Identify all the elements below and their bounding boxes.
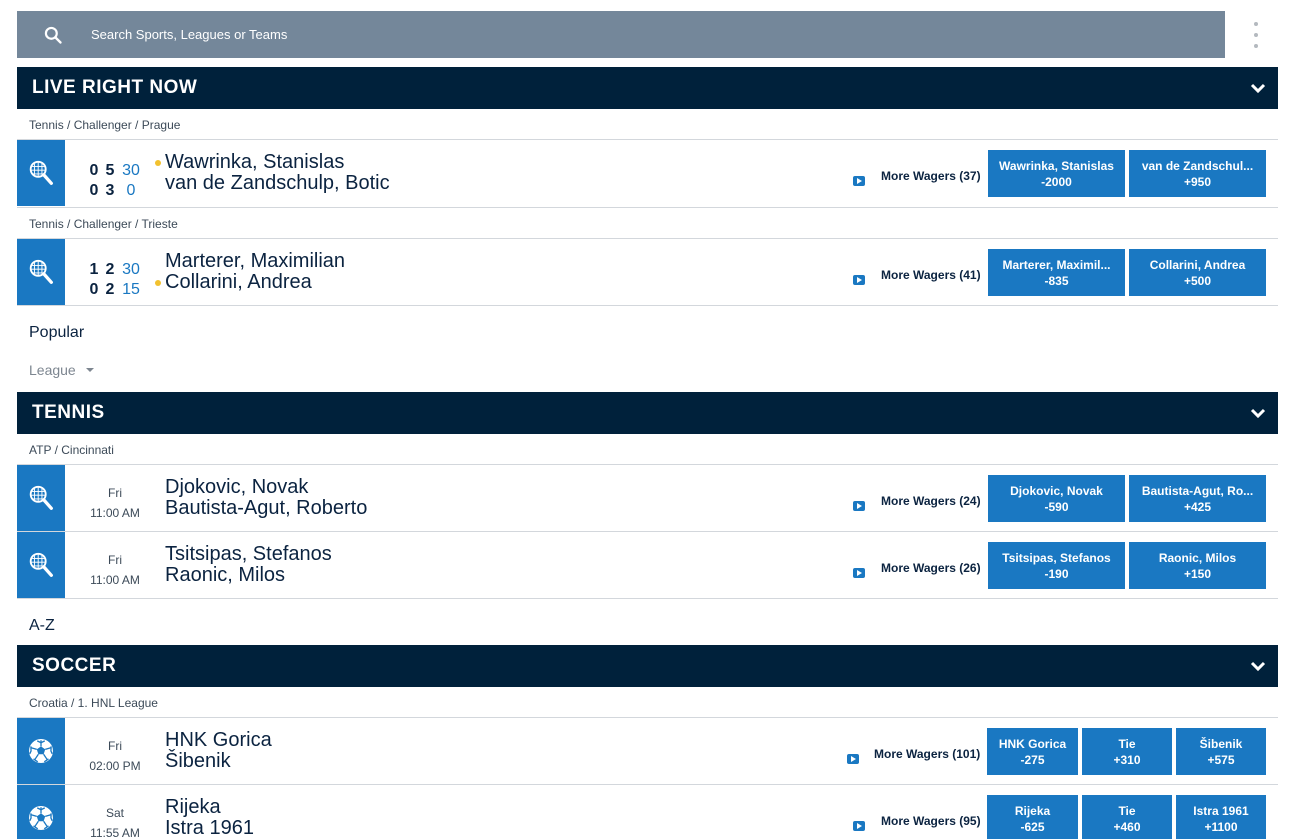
odds-button[interactable]: Bautista-Agut, Ro... +425 [1129,475,1266,522]
team-home: Tsitsipas, Stefanos [165,543,332,565]
tennis-racket-icon [29,259,53,284]
team-home: HNK Gorica [165,729,272,751]
more-wagers-link[interactable]: More Wagers (101) [874,747,980,761]
play-icon[interactable] [853,501,865,511]
odds-button[interactable]: Djokovic, Novak -590 [988,475,1125,522]
odds-button[interactable]: Marterer, Maximil... -835 [988,249,1125,296]
soccer-section-title: SOCCER [32,655,117,676]
live-section-header[interactable]: LIVE RIGHT NOW [17,67,1278,109]
event-row[interactable]: Fri 11:00 AM Djokovic, Novak Bautista-Ag… [17,465,1278,532]
play-icon[interactable] [853,275,865,285]
tennis-racket-icon [29,160,53,185]
serve-indicator [155,280,161,286]
divider [17,305,1278,306]
event-breadcrumb[interactable]: Tennis / Challenger / Trieste [29,217,178,231]
odds-button[interactable]: Collarini, Andrea +500 [1129,249,1266,296]
sport-tile [17,532,65,598]
event-row[interactable]: Fri 11:00 AM Tsitsipas, Stefanos Raonic,… [17,532,1278,599]
a-z-heading: A-Z [29,617,55,634]
team-home: Wawrinka, Stanislas [155,152,390,173]
event-breadcrumb[interactable]: Tennis / Challenger / Prague [29,118,180,132]
sportsbook-page: LIVE RIGHT NOW Tennis / Challenger / Pra… [0,0,1290,839]
caret-down-icon [85,368,94,372]
teams[interactable]: Marterer, Maximilian Collarini, Andrea [155,250,346,293]
teams[interactable]: Wawrinka, Stanislas van de Zandschulp, B… [155,152,390,194]
play-icon[interactable] [853,821,865,831]
divider [17,207,1278,208]
team-away: Raonic, Milos [165,564,286,586]
event-row[interactable]: 1 2 30 0 2 15 Marterer, Maximilian Collarini… [17,239,1278,306]
tennis-racket-icon [29,485,53,510]
tennis-racket-icon [29,552,53,577]
tennis-section-title: TENNIS [32,402,105,423]
event-row[interactable]: Sat 11:55 AM Rijeka Istra 1961 More Wage… [17,785,1278,839]
sport-tile [17,140,65,206]
event-time: Fri 02:00 PM [89,739,141,773]
search-bar[interactable] [17,11,1225,58]
sport-tile [17,718,65,784]
event-row[interactable]: 0 5 30 030 Wawrinka, Stanislas van de Zand… [17,140,1278,207]
chevron-down-icon[interactable] [1250,405,1266,421]
more-wagers-link[interactable]: More Wagers (41) [881,268,981,282]
event-breadcrumb[interactable]: ATP / Cincinnati [29,443,114,457]
teams[interactable]: Djokovic, Novak Bautista-Agut, Roberto [165,477,367,519]
chevron-down-icon[interactable] [1250,658,1266,674]
live-score: 0 5 30 030 [89,162,140,199]
odds-button[interactable]: Istra 1961 +1100 [1176,795,1266,839]
serve-indicator [155,160,161,166]
more-wagers-link[interactable]: More Wagers (95) [881,814,981,828]
odds-button[interactable]: van de Zandschul... +950 [1129,150,1266,197]
live-section-title: LIVE RIGHT NOW [32,77,198,98]
chevron-down-icon[interactable] [1250,80,1266,96]
teams[interactable]: HNK Gorica Šibenik [165,730,272,772]
team-away: Istra 1961 [165,817,254,839]
search-input[interactable] [91,27,691,42]
odds-button[interactable]: Raonic, Milos +150 [1129,542,1266,589]
team-away: van de Zandschulp, Botic [165,172,390,194]
odds-button[interactable]: Tie +310 [1082,728,1172,775]
tennis-section-header[interactable]: TENNIS [17,392,1278,434]
teams[interactable]: Rijeka Istra 1961 [165,797,254,839]
divider [17,598,1278,599]
odds-button[interactable]: Rijeka -625 [987,795,1078,839]
odds-button[interactable]: Wawrinka, Stanislas -2000 [988,150,1125,197]
event-time: Sat 11:55 AM [90,806,140,839]
live-score: 1 2 30 0 2 15 [89,261,140,298]
teams[interactable]: Tsitsipas, Stefanos Raonic, Milos [165,544,332,586]
sport-tile [17,785,65,839]
league-dropdown[interactable]: League [29,362,94,378]
event-row[interactable]: Fri 02:00 PM HNK Gorica Šibenik More Wag… [17,718,1278,785]
team-home: Rijeka [165,796,221,818]
team-away: Bautista-Agut, Roberto [165,497,368,519]
play-icon[interactable] [853,176,865,186]
sport-tile [17,239,65,305]
more-wagers-link[interactable]: More Wagers (26) [881,561,981,575]
popular-heading: Popular [29,324,85,341]
more-wagers-link[interactable]: More Wagers (24) [881,494,981,508]
more-wagers-link[interactable]: More Wagers (37) [881,169,981,183]
league-dropdown-label: League [29,362,76,378]
soccer-ball-icon [29,806,53,830]
team-away: Šibenik [165,750,231,772]
team-home: Djokovic, Novak [165,476,309,498]
more-options-icon[interactable] [1248,22,1264,48]
event-time: Fri 11:00 AM [90,486,140,520]
sport-tile [17,465,65,531]
play-icon[interactable] [847,754,859,764]
soccer-section-header[interactable]: SOCCER [17,645,1278,687]
event-time: Fri 11:00 AM [90,553,140,587]
odds-button[interactable]: Tie +460 [1082,795,1172,839]
team-home: Marterer, Maximilian [165,250,346,272]
event-breadcrumb[interactable]: Croatia / 1. HNL League [29,696,158,710]
odds-button[interactable]: Šibenik +575 [1176,728,1266,775]
soccer-ball-icon [29,739,53,763]
odds-button[interactable]: HNK Gorica -275 [987,728,1078,775]
search-icon[interactable] [43,25,63,45]
play-icon[interactable] [853,568,865,578]
team-away: Collarini, Andrea [155,272,345,293]
odds-button[interactable]: Tsitsipas, Stefanos -190 [988,542,1125,589]
